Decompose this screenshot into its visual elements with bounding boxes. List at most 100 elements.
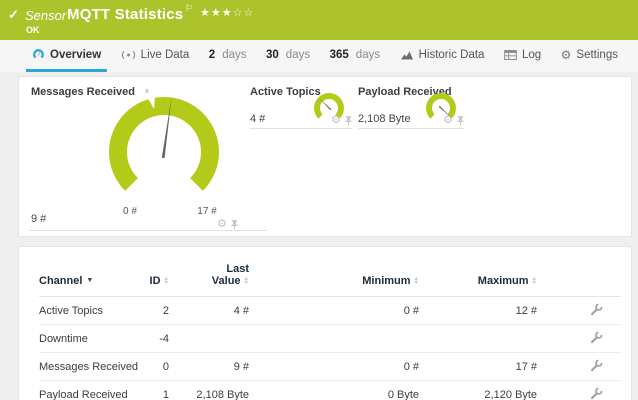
main-gauge-actions: ⚙ <box>217 219 238 230</box>
gauge-icon <box>32 48 45 61</box>
tab-log[interactable]: Log <box>498 40 547 72</box>
priority-flag-icon[interactable]: ⚐ <box>185 3 193 14</box>
wrench-icon <box>590 303 603 316</box>
sensor-title: MQTT Statistics <box>67 6 183 23</box>
gear-icon: ⚙ <box>561 49 572 61</box>
cell-id: 0 <box>134 353 169 381</box>
cell-maximum: 2,120 Byte <box>419 381 537 400</box>
object-kind-label: Sensor <box>25 8 66 23</box>
channel-settings-button[interactable] <box>590 387 603 400</box>
table-row: Payload Received 1 2,108 Byte 0 Byte 2,1… <box>39 381 621 400</box>
column-header-actions <box>537 263 621 297</box>
table-row: Downtime -4 <box>39 325 621 353</box>
table-header-row: Channel▼ ID▲▼ LastValue▲▼ Minimum▲▼ Maxi… <box>39 263 621 297</box>
table-row: Messages Received 0 9 # 0 # 17 # <box>39 353 621 381</box>
cell-channel: Payload Received <box>39 381 134 400</box>
cell-last-value <box>169 325 249 353</box>
chevron-down-icon: ▼ <box>86 277 93 284</box>
cell-id: 2 <box>134 297 169 325</box>
tab-bar: Overview Live Data 2 days 30 days 365 da… <box>0 40 638 72</box>
wrench-icon <box>590 359 603 372</box>
active-topics-tile: Active Topics 4 # ⚙ <box>250 83 352 129</box>
gauge-current-value: 9 # <box>31 213 46 225</box>
cell-last-value: 9 # <box>169 353 249 381</box>
payload-received-tile: Payload Received 2,108 Byte ⚙ <box>358 83 464 129</box>
cell-channel: Active Topics <box>39 297 134 325</box>
sort-icon: ▲▼ <box>414 277 419 286</box>
sensor-status-text: OK <box>26 25 40 35</box>
tab-365-days-number: 365 <box>330 49 349 61</box>
cell-last-value: 4 # <box>169 297 249 325</box>
channel-settings-button[interactable] <box>590 303 603 319</box>
column-header-minimum-label: Minimum <box>362 275 410 287</box>
tab-2-days-number: 2 <box>209 49 215 61</box>
tab-2-days-unit: days <box>222 49 246 61</box>
cell-minimum <box>249 325 419 353</box>
main-tile-divider <box>29 230 267 231</box>
priority-stars[interactable]: ★★★☆☆ <box>200 6 254 19</box>
column-header-channel-label: Channel <box>39 275 82 287</box>
sort-icon: ▲▼ <box>532 277 537 286</box>
tab-settings-label: Settings <box>576 49 618 61</box>
status-ok-check-icon: ✓ <box>8 7 19 23</box>
payload-received-actions: ⚙ <box>443 115 464 126</box>
channels-table: Channel▼ ID▲▼ LastValue▲▼ Minimum▲▼ Maxi… <box>39 263 621 400</box>
channel-settings-button[interactable] <box>590 359 603 375</box>
tab-live-data[interactable]: Live Data <box>115 40 196 72</box>
pin-icon[interactable] <box>457 116 464 126</box>
tab-historic-data[interactable]: Historic Data <box>394 40 491 72</box>
cell-channel: Messages Received <box>39 353 134 381</box>
column-header-minimum[interactable]: Minimum ▲▼ <box>249 263 419 297</box>
cell-channel: Downtime <box>39 325 134 353</box>
pin-icon[interactable] <box>231 220 238 230</box>
tab-2-days[interactable]: 2 days <box>203 40 253 72</box>
tab-settings[interactable]: ⚙ Settings <box>555 40 624 72</box>
tab-30-days[interactable]: 30 days <box>260 40 316 72</box>
historic-chart-icon <box>400 49 414 60</box>
tab-overview-label: Overview <box>50 49 101 61</box>
tab-log-label: Log <box>522 49 541 61</box>
stars-filled[interactable]: ★★★ <box>200 7 233 19</box>
cell-id: -4 <box>134 325 169 353</box>
pin-icon[interactable] <box>345 116 352 126</box>
cell-minimum: 0 # <box>249 297 419 325</box>
cell-maximum: 12 # <box>419 297 537 325</box>
log-table-icon <box>504 50 517 60</box>
column-header-id-label: ID <box>150 275 161 287</box>
prtg-sensor-page: ✓ Sensor MQTT Statistics ⚐ ★★★☆☆ OK Over… <box>0 0 638 400</box>
column-header-maximum-label: Maximum <box>478 275 529 287</box>
channel-settings-button[interactable] <box>590 331 603 347</box>
active-topics-actions: ⚙ <box>331 115 352 126</box>
tab-historic-data-label: Historic Data <box>419 49 485 61</box>
sensor-status-header: ✓ Sensor MQTT Statistics ⚐ ★★★☆☆ OK <box>0 0 638 40</box>
payload-received-value: 2,108 Byte <box>358 113 411 125</box>
tab-30-days-unit: days <box>286 49 310 61</box>
cell-last-value: 2,108 Byte <box>169 381 249 400</box>
gauge-min-label: 0 # <box>115 206 145 217</box>
tab-365-days[interactable]: 365 days <box>324 40 386 72</box>
cell-maximum: 17 # <box>419 353 537 381</box>
gear-icon[interactable]: ⚙ <box>443 115 453 126</box>
gear-icon[interactable]: ⚙ <box>331 115 341 126</box>
tab-overview[interactable]: Overview <box>26 40 107 72</box>
column-header-maximum[interactable]: Maximum▲▼ <box>419 263 537 297</box>
channels-panel: Channel▼ ID▲▼ LastValue▲▼ Minimum▲▼ Maxi… <box>18 246 632 400</box>
gear-icon[interactable]: ⚙ <box>217 219 227 230</box>
active-topics-value: 4 # <box>250 113 265 125</box>
sort-icon: ▲▼ <box>244 277 249 286</box>
tab-live-data-label: Live Data <box>141 49 190 61</box>
cell-minimum: 0 Byte <box>249 381 419 400</box>
column-header-last-value[interactable]: LastValue▲▼ <box>169 263 249 297</box>
tab-30-days-number: 30 <box>266 49 279 61</box>
column-header-value-label: Value <box>212 275 241 287</box>
wrench-icon <box>590 331 603 344</box>
messages-received-gauge <box>99 87 229 217</box>
table-row: Active Topics 2 4 # 0 # 12 # <box>39 297 621 325</box>
stars-empty[interactable]: ☆☆ <box>233 7 255 19</box>
column-header-id[interactable]: ID▲▼ <box>134 263 169 297</box>
cell-id: 1 <box>134 381 169 400</box>
cell-minimum: 0 # <box>249 353 419 381</box>
column-header-channel[interactable]: Channel ▼ <box>39 263 134 297</box>
live-signal-icon <box>121 50 136 60</box>
gauge-max-label: 17 # <box>192 206 222 217</box>
